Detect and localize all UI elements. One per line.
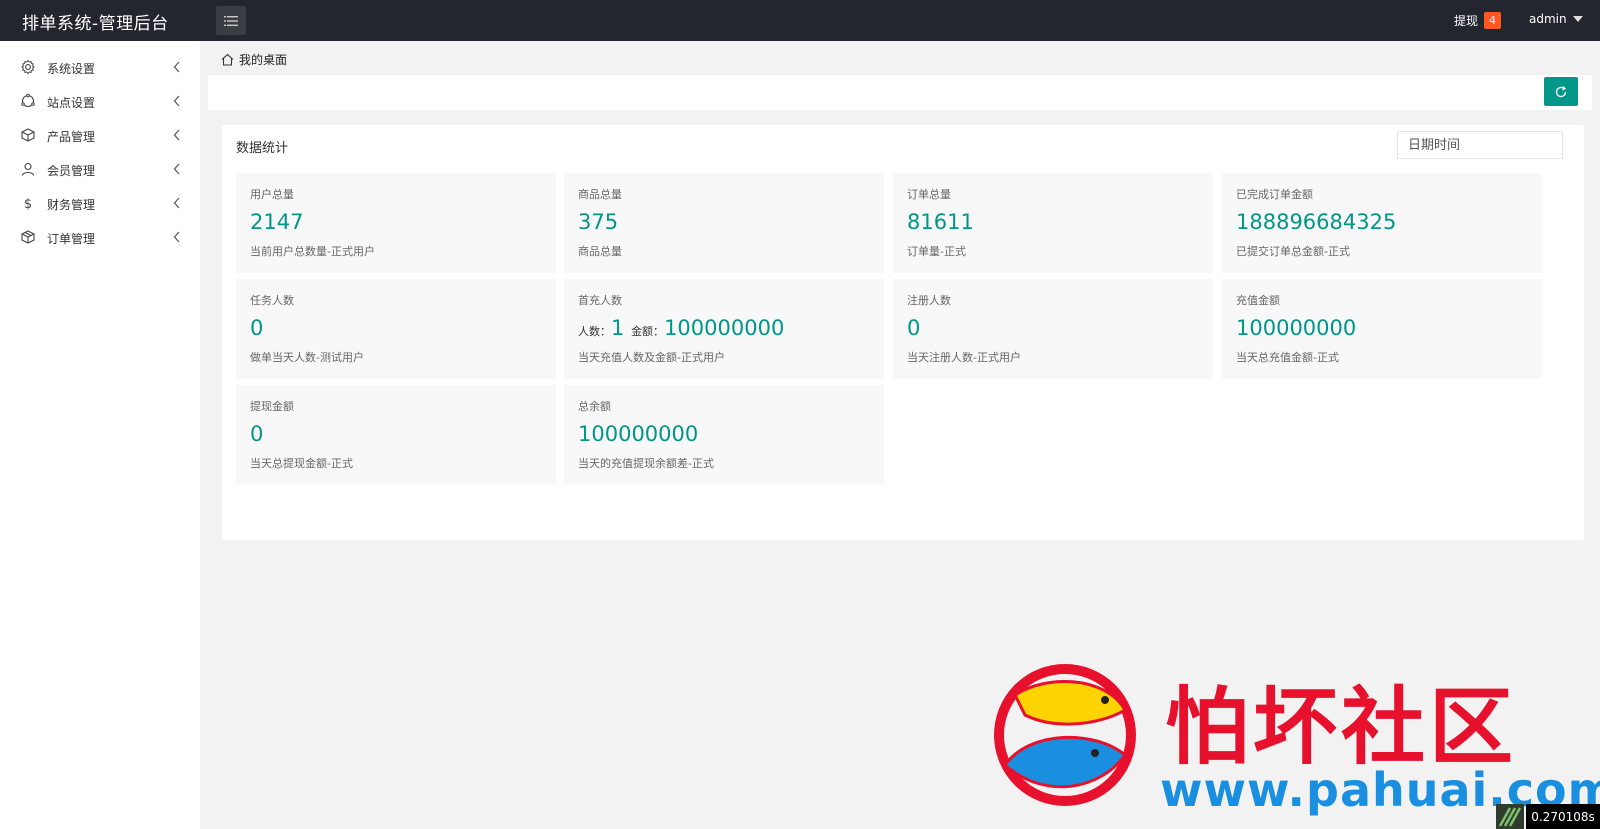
- sidebar-item-label: 会员管理: [47, 164, 96, 178]
- stat-value: 100000000: [578, 422, 699, 446]
- stat-card-task-users: 任务人数 0 做单当天人数-测试用户: [236, 279, 556, 379]
- date-time-input[interactable]: [1397, 131, 1563, 159]
- globe-icon: [21, 93, 35, 108]
- stat-desc: 当天的充值提现余额差-正式: [578, 457, 714, 470]
- stat-label: 充值金额: [1236, 294, 1280, 307]
- withdraw-label: 提现: [1454, 14, 1479, 28]
- stat-card-total-users: 用户总量 2147 当前用户总数量-正式用户: [236, 173, 556, 273]
- stat-desc: 做单当天人数-测试用户: [250, 351, 364, 364]
- sidebar-item-label: 系统设置: [47, 62, 96, 76]
- menu-toggle-button[interactable]: [216, 6, 246, 35]
- chevron-left-icon: [173, 231, 180, 243]
- user-name: admin: [1529, 12, 1567, 26]
- amount-label: 金额：: [631, 325, 665, 338]
- chevron-left-icon: [173, 197, 180, 209]
- stripes-icon: [1498, 807, 1522, 827]
- stat-card-first-recharge: 首充人数 人数：1 金额：100000000 当天充值人数及金额-正式用户: [564, 279, 884, 379]
- stat-card-completed-order-amount: 已完成订单金额 188896684325 已提交订单总金额-正式: [1222, 173, 1542, 273]
- stat-card-total-orders: 订单总量 81611 订单量-正式: [893, 173, 1213, 273]
- stat-desc: 当前用户总数量-正式用户: [250, 245, 375, 258]
- sidebar-item-label: 财务管理: [47, 198, 96, 212]
- fish-logo-icon: [994, 664, 1136, 806]
- breadcrumb[interactable]: 我的桌面: [221, 50, 287, 68]
- sidebar-item-order-management[interactable]: 订单管理: [0, 220, 200, 254]
- panel-title: 数据统计: [236, 141, 289, 156]
- people-value: 1: [611, 316, 625, 340]
- amount-value: 100000000: [664, 316, 785, 340]
- refresh-icon: [1555, 85, 1567, 97]
- gear-icon: [21, 59, 35, 75]
- stat-value: 188896684325: [1236, 210, 1397, 234]
- dollar-icon: $: [24, 197, 32, 211]
- chevron-left-icon: [173, 129, 180, 141]
- stat-card-withdraw-amount: 提现金额 0 当天总提现金额-正式: [236, 385, 556, 485]
- stat-label: 注册人数: [907, 294, 951, 307]
- user-menu[interactable]: admin: [1529, 12, 1583, 26]
- caret-down-icon: [1572, 16, 1583, 22]
- sidebar-item-system-settings[interactable]: 系统设置: [0, 50, 200, 84]
- stat-card-total-products: 商品总量 375 商品总量: [564, 173, 884, 273]
- chevron-left-icon: [173, 95, 180, 107]
- stat-desc: 订单量-正式: [907, 245, 966, 258]
- stat-label: 商品总量: [578, 188, 622, 201]
- stat-desc: 当天充值人数及金额-正式用户: [578, 351, 725, 364]
- app-title: 排单系统-管理后台: [22, 14, 169, 34]
- home-icon: [221, 53, 234, 66]
- sidebar-item-finance-management[interactable]: $ 财务管理: [0, 186, 200, 220]
- stat-value: 2147: [250, 210, 304, 234]
- stat-value: 人数：1 金额：100000000: [578, 316, 784, 340]
- withdraw-link[interactable]: 提现 4: [1454, 12, 1502, 29]
- stat-label: 已完成订单金额: [1236, 188, 1313, 201]
- stat-value: 0: [250, 316, 264, 340]
- box-icon: [21, 128, 35, 142]
- chevron-left-icon: [173, 163, 180, 175]
- sidebar-item-label: 站点设置: [47, 96, 96, 110]
- sidebar-item-product-management[interactable]: 产品管理: [0, 118, 200, 152]
- top-header: 排单系统-管理后台 提现 4 admin: [0, 0, 1600, 41]
- sidebar-item-member-management[interactable]: 会员管理: [0, 152, 200, 186]
- svg-text:$: $: [24, 197, 32, 211]
- stat-label: 用户总量: [250, 188, 294, 201]
- package-icon: [21, 230, 35, 244]
- debug-logo-icon[interactable]: [1496, 804, 1524, 829]
- sidebar-item-site-settings[interactable]: 站点设置: [0, 84, 200, 118]
- refresh-button[interactable]: [1544, 77, 1578, 106]
- stat-desc: 已提交订单总金额-正式: [1236, 245, 1350, 258]
- stat-label: 提现金额: [250, 400, 294, 413]
- sidebar-item-label: 订单管理: [47, 232, 96, 246]
- withdraw-count-badge: 4: [1484, 12, 1502, 29]
- stat-desc: 当天总提现金额-正式: [250, 457, 353, 470]
- stat-card-total-balance: 总余额 100000000 当天的充值提现余额差-正式: [564, 385, 884, 485]
- stat-label: 总余额: [578, 400, 611, 413]
- page-load-timer: 0.270108s: [1526, 804, 1600, 829]
- stat-label: 订单总量: [907, 188, 951, 201]
- stat-card-registered-users: 注册人数 0 当天注册人数-正式用户: [893, 279, 1213, 379]
- people-label: 人数：: [578, 325, 611, 338]
- stat-value: 375: [578, 210, 619, 234]
- stat-card-recharge-amount: 充值金额 100000000 当天总充值金额-正式: [1222, 279, 1542, 379]
- stat-label: 首充人数: [578, 294, 622, 307]
- chevron-left-icon: [173, 61, 180, 73]
- list-icon: [224, 15, 238, 26]
- stat-label: 任务人数: [250, 294, 294, 307]
- stat-desc: 商品总量: [578, 245, 622, 258]
- stat-value: 0: [907, 316, 921, 340]
- user-icon: [21, 162, 35, 176]
- stat-desc: 当天总充值金额-正式: [1236, 351, 1339, 364]
- stats-panel: 数据统计 用户总量 2147 当前用户总数量-正式用户 商品总量 375 商品总…: [222, 125, 1584, 540]
- sidebar-item-label: 产品管理: [47, 130, 96, 144]
- stat-value: 100000000: [1236, 316, 1357, 340]
- breadcrumb-label: 我的桌面: [239, 52, 288, 67]
- stat-value: 81611: [907, 210, 974, 234]
- sidebar: 系统设置 站点设置 产品管理 会员管理 $ 财务管理 订单管理: [0, 41, 200, 829]
- stat-desc: 当天注册人数-正式用户: [907, 351, 1021, 364]
- watermark: 怕坏社区 www.pahuai.com: [975, 655, 1600, 817]
- stat-value: 0: [250, 422, 264, 446]
- toolbar: [208, 75, 1592, 110]
